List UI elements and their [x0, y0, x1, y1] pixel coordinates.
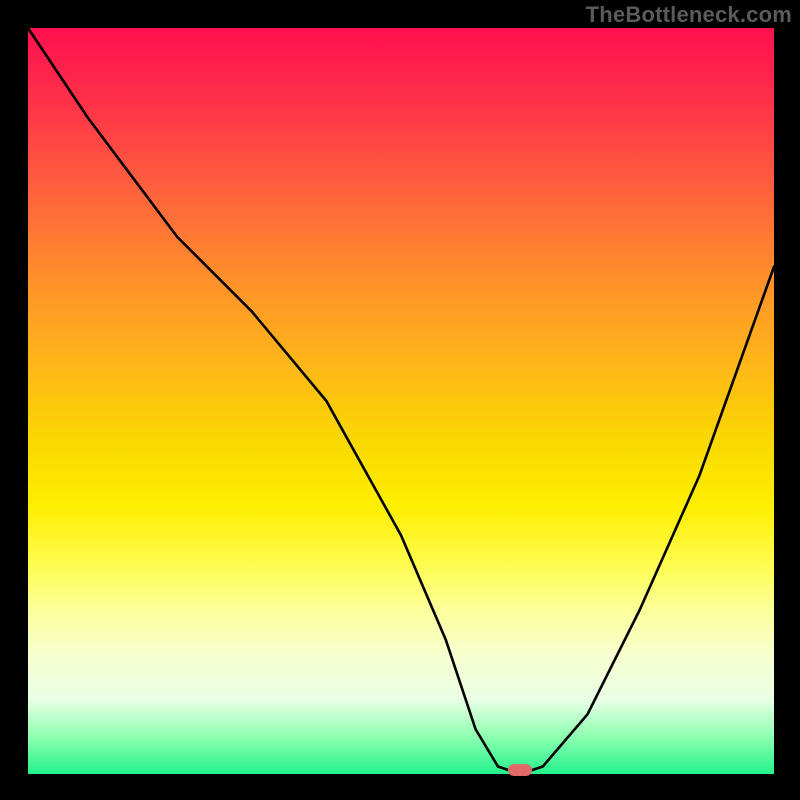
optimum-marker	[508, 764, 532, 776]
bottleneck-curve	[28, 28, 774, 774]
watermark-text: TheBottleneck.com	[586, 2, 792, 28]
curve-path	[28, 28, 774, 774]
chart-frame: TheBottleneck.com	[0, 0, 800, 800]
